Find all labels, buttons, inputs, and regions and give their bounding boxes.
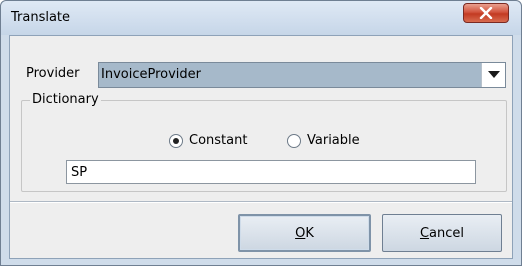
ok-mnemonic: O	[295, 225, 306, 241]
cancel-label-rest: ancel	[429, 225, 465, 241]
chevron-down-icon	[487, 71, 500, 78]
ok-label-rest: K	[305, 225, 314, 241]
dictionary-value-field[interactable]: SP	[66, 160, 476, 184]
cancel-button[interactable]: Cancel	[382, 214, 502, 252]
provider-dropdown-button[interactable]	[481, 63, 505, 87]
ok-button-label: OK	[295, 226, 314, 241]
close-icon	[479, 7, 493, 19]
dialog-body: Provider InvoiceProvider Dictionary Cons…	[9, 35, 513, 259]
button-separator-highlight	[10, 202, 512, 203]
cancel-mnemonic: C	[419, 225, 430, 241]
radio-variable-label[interactable]: Variable	[307, 133, 360, 148]
radio-constant-button[interactable]	[169, 134, 183, 148]
dictionary-value-text: SP	[71, 165, 88, 180]
radio-constant-label[interactable]: Constant	[189, 133, 247, 148]
provider-label: Provider	[26, 66, 80, 81]
ok-button[interactable]: OK	[238, 214, 371, 252]
window-title: Translate	[11, 10, 71, 25]
radio-selected-dot	[173, 138, 179, 144]
radio-variable-button[interactable]	[287, 134, 301, 148]
provider-combobox[interactable]: InvoiceProvider	[98, 62, 506, 88]
close-button[interactable]	[463, 3, 509, 23]
title-bar[interactable]: Translate	[1, 1, 521, 35]
cancel-button-label: Cancel	[420, 226, 464, 241]
provider-selected-value: InvoiceProvider	[101, 67, 202, 82]
dictionary-legend: Dictionary	[30, 92, 101, 107]
translate-dialog: Translate Provider InvoiceProvider Dicti…	[0, 0, 522, 266]
